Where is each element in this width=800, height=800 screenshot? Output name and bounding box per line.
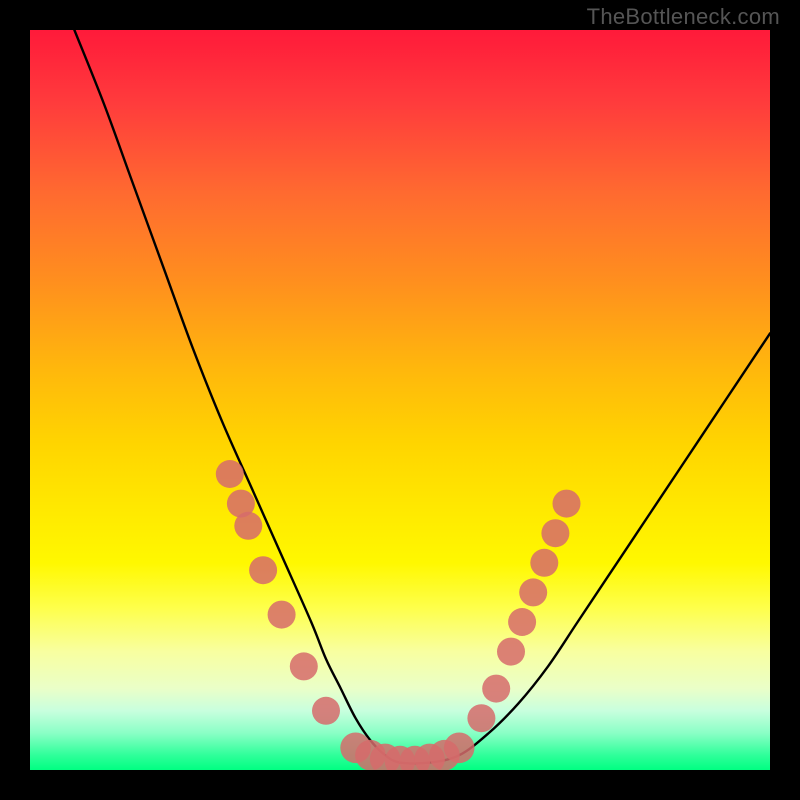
data-marker xyxy=(290,652,318,680)
data-marker xyxy=(482,675,510,703)
data-marker xyxy=(216,460,244,488)
chart-frame: TheBottleneck.com xyxy=(0,0,800,800)
data-marker xyxy=(497,638,525,666)
curve-layer xyxy=(30,30,770,770)
data-marker xyxy=(249,556,277,584)
data-marker xyxy=(234,512,262,540)
data-marker xyxy=(519,578,547,606)
data-marker xyxy=(312,697,340,725)
data-marker xyxy=(530,549,558,577)
data-marker xyxy=(444,733,475,764)
watermark-text: TheBottleneck.com xyxy=(587,4,780,30)
data-marker xyxy=(553,490,581,518)
data-marker xyxy=(467,704,495,732)
data-marker xyxy=(268,601,296,629)
plot-area xyxy=(30,30,770,770)
data-marker xyxy=(541,519,569,547)
marker-group xyxy=(216,460,581,770)
data-marker xyxy=(508,608,536,636)
bottleneck-curve xyxy=(74,30,770,764)
